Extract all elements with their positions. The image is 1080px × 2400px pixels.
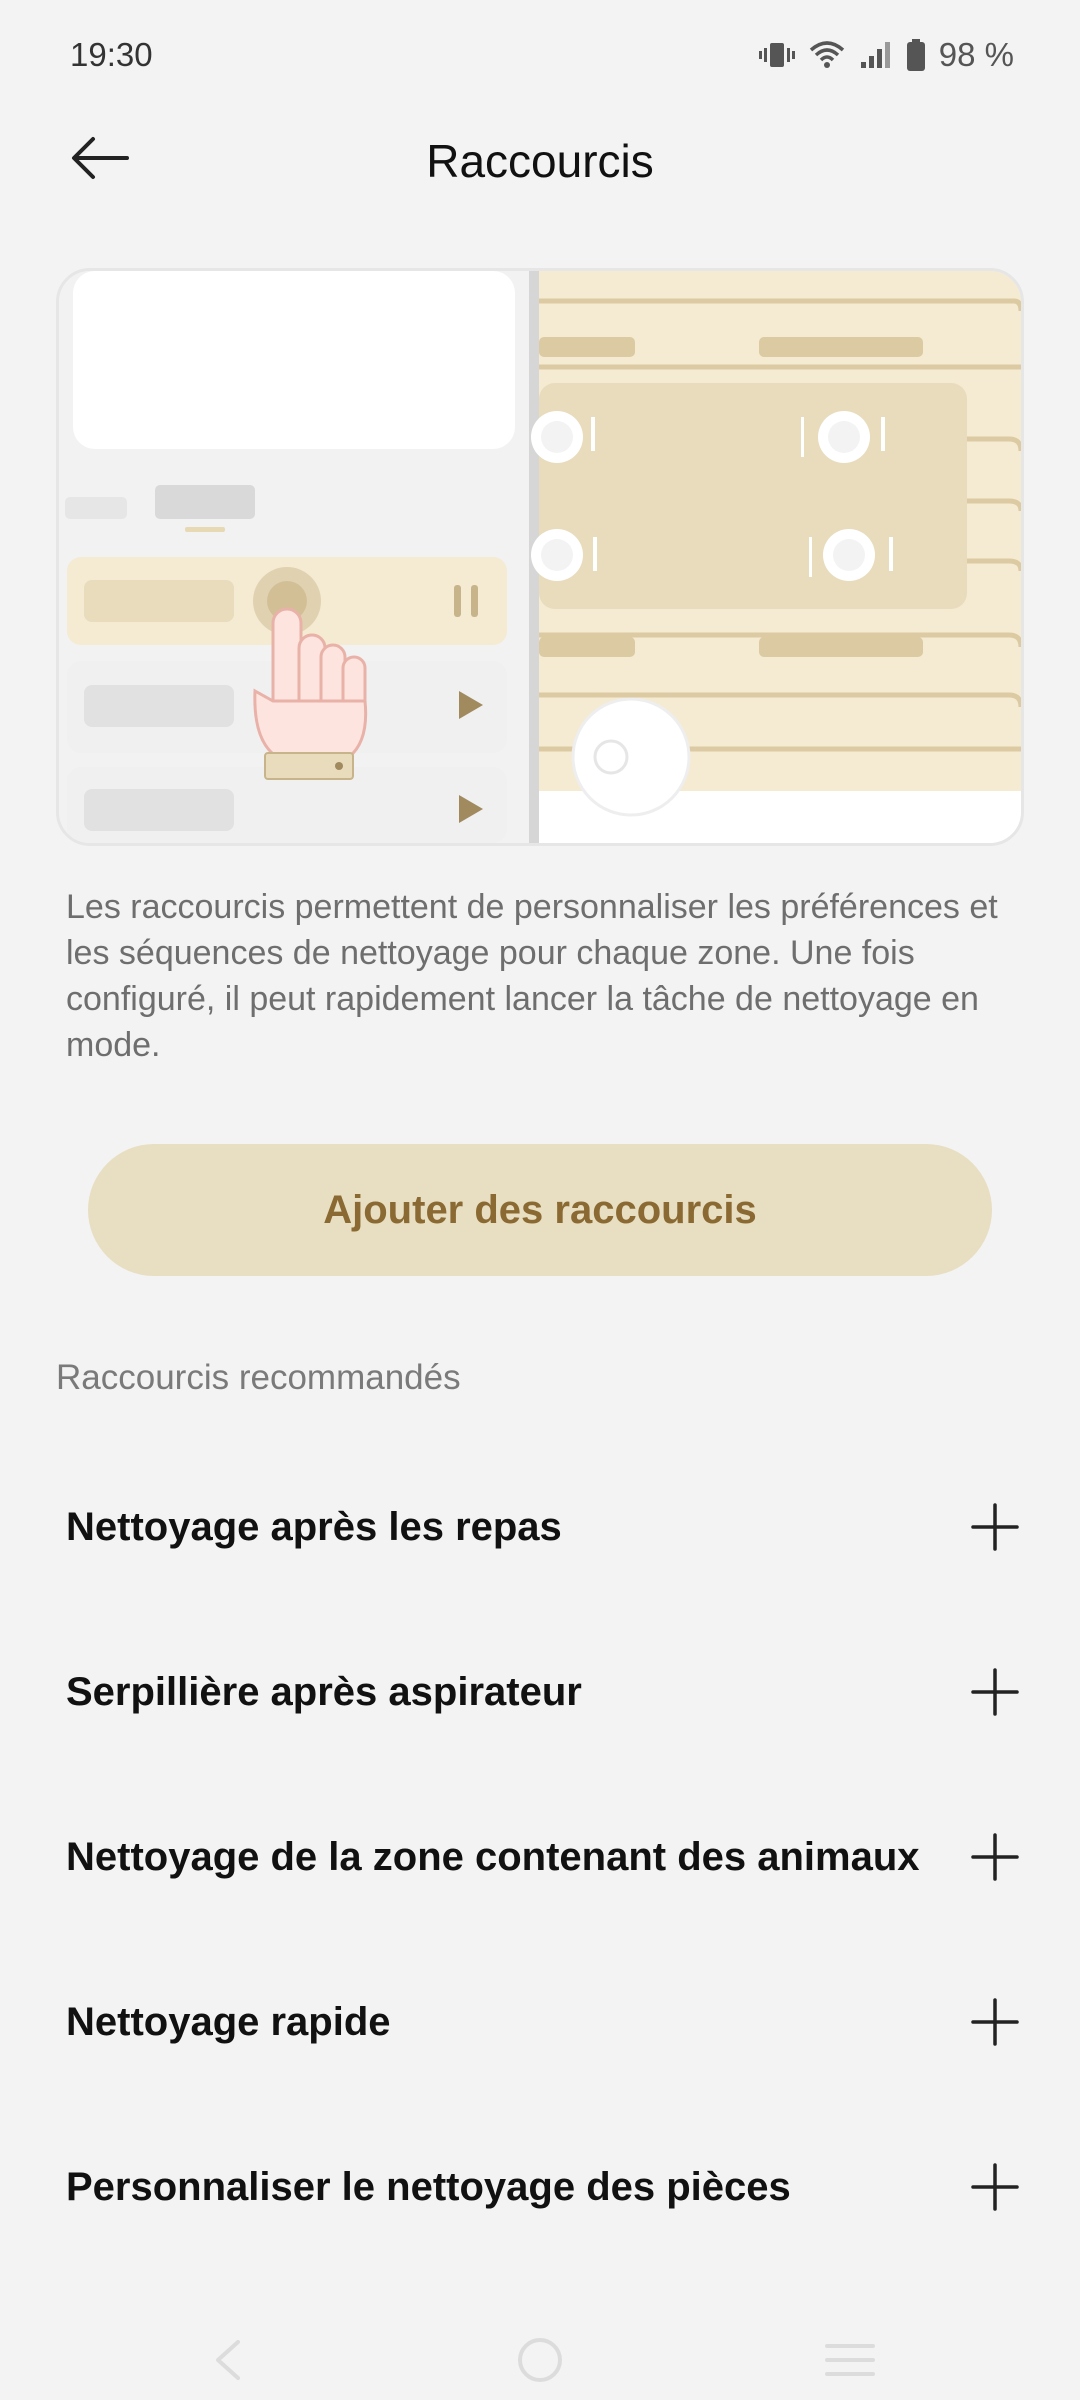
shortcut-label: Nettoyage après les repas: [66, 1504, 562, 1549]
plus-icon[interactable]: [970, 1997, 1020, 2047]
app-bar: Raccourcis: [0, 110, 1080, 210]
plus-icon[interactable]: [970, 1502, 1020, 1552]
shortcuts-illustration: [56, 268, 1024, 846]
shortcut-label: Serpillière après aspirateur: [66, 1669, 582, 1714]
shortcuts-description: Les raccourcis permettent de personnalis…: [66, 888, 998, 1064]
system-nav-bar: [0, 2310, 1080, 2400]
shortcut-label: Personnaliser le nettoyage des pièces: [66, 2164, 791, 2209]
nav-home-icon[interactable]: [510, 2330, 570, 2390]
shortcut-item-mop-after-vacuum[interactable]: Serpillière après aspirateur: [0, 1609, 1080, 1774]
vibrate-icon: [758, 40, 795, 70]
signal-icon: [859, 40, 893, 70]
nav-back-icon[interactable]: [198, 2330, 258, 2390]
plus-icon[interactable]: [970, 1667, 1020, 1717]
status-bar: 19:30 98 %: [0, 0, 1080, 110]
shortcut-label: Nettoyage de la zone contenant des anima…: [66, 1834, 920, 1879]
add-shortcuts-label: Ajouter des raccourcis: [323, 1187, 757, 1232]
recommended-shortcuts-list: Nettoyage après les repas Serpillière ap…: [0, 1444, 1080, 2269]
recommended-section-title: Raccourcis recommandés: [56, 1358, 461, 1397]
add-shortcuts-button[interactable]: Ajouter des raccourcis: [88, 1144, 992, 1276]
wifi-icon: [809, 40, 845, 70]
shortcut-item-pet-area[interactable]: Nettoyage de la zone contenant des anima…: [0, 1774, 1080, 1939]
battery-icon: [906, 39, 925, 71]
plus-icon[interactable]: [970, 1832, 1020, 1882]
battery-level: 98 %: [938, 36, 1014, 73]
shortcut-item-after-meals[interactable]: Nettoyage après les repas: [0, 1444, 1080, 1609]
plus-icon[interactable]: [970, 2162, 1020, 2212]
nav-recents-icon[interactable]: [820, 2330, 880, 2390]
status-icons: 98 %: [758, 36, 1014, 74]
shortcut-label: Nettoyage rapide: [66, 1999, 391, 2044]
shortcut-item-custom-rooms[interactable]: Personnaliser le nettoyage des pièces: [0, 2104, 1080, 2269]
shortcut-item-quick-clean[interactable]: Nettoyage rapide: [0, 1939, 1080, 2104]
status-time: 19:30: [70, 36, 153, 73]
page-title: Raccourcis: [426, 135, 654, 187]
